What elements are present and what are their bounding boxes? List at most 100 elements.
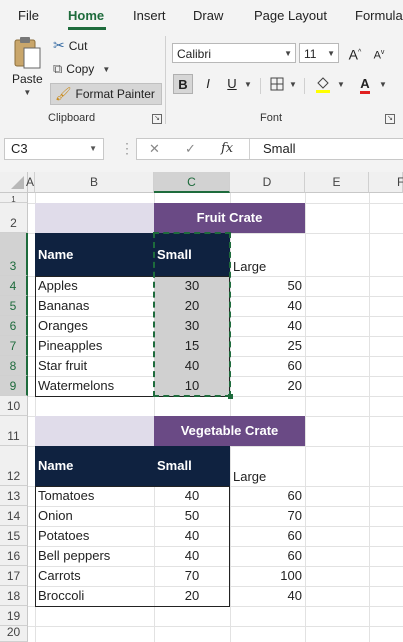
veg-large-cell[interactable]: 40 bbox=[230, 586, 305, 606]
fruit-header-small[interactable]: Small bbox=[154, 233, 230, 276]
veg-small-cell[interactable]: 70 bbox=[154, 566, 230, 586]
column-header-e[interactable]: E bbox=[305, 172, 369, 193]
row-header-11[interactable]: 11 bbox=[0, 416, 28, 446]
fruit-small-cell[interactable]: 40 bbox=[154, 356, 230, 376]
font-color-dropdown-icon[interactable]: ▼ bbox=[379, 80, 387, 89]
fruit-large-cell[interactable]: 40 bbox=[230, 316, 305, 336]
clipboard-launcher-icon[interactable]: ↘ bbox=[152, 114, 162, 124]
row-header-18[interactable]: 18 bbox=[0, 586, 28, 606]
worksheet-grid[interactable]: A B C D E F 1 2 3 4 5 6 7 8 9 10 11 12 1… bbox=[0, 172, 403, 642]
row-header-16[interactable]: 16 bbox=[0, 546, 28, 566]
borders-button[interactable] bbox=[267, 74, 287, 94]
row-header-15[interactable]: 15 bbox=[0, 526, 28, 546]
row-header-8[interactable]: 8 bbox=[0, 356, 28, 376]
fruit-name-cell[interactable]: Star fruit bbox=[35, 356, 154, 376]
fill-handle[interactable] bbox=[228, 394, 233, 399]
fruit-crate-title[interactable]: Fruit Crate bbox=[154, 203, 305, 233]
column-header-d[interactable]: D bbox=[230, 172, 305, 193]
name-box[interactable]: C3 ▼ bbox=[4, 138, 104, 160]
fruit-name-cell[interactable]: Bananas bbox=[35, 296, 154, 316]
tab-draw[interactable]: Draw bbox=[193, 8, 223, 23]
font-launcher-icon[interactable]: ↘ bbox=[385, 114, 395, 124]
fruit-large-cell[interactable]: 60 bbox=[230, 356, 305, 376]
row-header-12[interactable]: 12 bbox=[0, 446, 28, 486]
row-header-20[interactable]: 20 bbox=[0, 625, 28, 642]
veg-name-cell[interactable]: Potatoes bbox=[35, 526, 154, 546]
veg-name-cell[interactable]: Tomatoes bbox=[35, 486, 154, 506]
fruit-header-large[interactable]: Large bbox=[230, 233, 305, 276]
paste-button[interactable]: Paste ▼ bbox=[12, 36, 43, 97]
column-header-f[interactable]: F bbox=[369, 172, 403, 193]
veg-header-small[interactable]: Small bbox=[154, 446, 230, 486]
fruit-name-cell[interactable]: Oranges bbox=[35, 316, 154, 336]
fruit-large-cell[interactable]: 50 bbox=[230, 276, 305, 296]
tab-file[interactable]: File bbox=[18, 8, 39, 23]
cancel-icon[interactable]: ✕ bbox=[149, 141, 160, 157]
row-header-6[interactable]: 6 bbox=[0, 316, 28, 336]
increase-font-size-button[interactable]: A^ bbox=[345, 43, 365, 63]
tab-page-layout[interactable]: Page Layout bbox=[254, 8, 327, 23]
fruit-name-cell[interactable]: Apples bbox=[35, 276, 154, 296]
fruit-name-cell[interactable]: Watermelons bbox=[35, 376, 154, 396]
font-name-select[interactable]: Calibri ▼ bbox=[172, 43, 296, 63]
veg-name-cell[interactable]: Onion bbox=[35, 506, 154, 526]
row-header-14[interactable]: 14 bbox=[0, 506, 28, 526]
tab-home[interactable]: Home bbox=[68, 8, 104, 23]
borders-dropdown-icon[interactable]: ▼ bbox=[289, 80, 297, 89]
veg-table-corner[interactable] bbox=[35, 416, 154, 446]
veg-header-name[interactable]: Name bbox=[35, 446, 154, 486]
column-header-b[interactable]: B bbox=[35, 172, 154, 193]
veg-large-cell[interactable]: 70 bbox=[230, 506, 305, 526]
decrease-font-size-button[interactable]: Av bbox=[369, 43, 389, 63]
bold-button[interactable]: B bbox=[173, 74, 193, 94]
select-all-corner[interactable] bbox=[0, 172, 28, 193]
fruit-small-cell[interactable]: 30 bbox=[154, 316, 230, 336]
veg-large-cell[interactable]: 60 bbox=[230, 546, 305, 566]
veg-large-cell[interactable]: 60 bbox=[230, 526, 305, 546]
underline-dropdown-icon[interactable]: ▼ bbox=[244, 80, 252, 89]
veg-small-cell[interactable]: 20 bbox=[154, 586, 230, 606]
row-header-10[interactable]: 10 bbox=[0, 396, 28, 416]
veg-name-cell[interactable]: Carrots bbox=[35, 566, 154, 586]
row-header-2[interactable]: 2 bbox=[0, 203, 28, 233]
row-header-1[interactable]: 1 bbox=[0, 193, 28, 204]
tab-formulas[interactable]: Formula bbox=[355, 8, 403, 23]
column-header-c[interactable]: C bbox=[154, 172, 230, 193]
row-header-17[interactable]: 17 bbox=[0, 566, 28, 586]
fruit-large-cell[interactable]: 40 bbox=[230, 296, 305, 316]
veg-small-cell[interactable]: 40 bbox=[154, 526, 230, 546]
formula-bar-handle-icon[interactable]: ⋮ bbox=[120, 140, 134, 157]
fruit-large-cell[interactable]: 25 bbox=[230, 336, 305, 356]
fruit-header-name[interactable]: Name bbox=[35, 233, 154, 276]
veg-small-cell[interactable]: 50 bbox=[154, 506, 230, 526]
fruit-small-cell[interactable]: 10 bbox=[154, 376, 230, 396]
row-header-5[interactable]: 5 bbox=[0, 296, 28, 316]
veg-large-cell[interactable]: 100 bbox=[230, 566, 305, 586]
fruit-small-cell[interactable]: 30 bbox=[154, 276, 230, 296]
fruit-table-corner[interactable] bbox=[35, 203, 154, 233]
font-size-select[interactable]: 11 ▼ bbox=[299, 43, 339, 63]
fill-color-button[interactable] bbox=[313, 74, 333, 94]
veg-small-cell[interactable]: 40 bbox=[154, 486, 230, 506]
font-color-button[interactable]: A bbox=[355, 74, 375, 94]
column-header-a[interactable]: A bbox=[26, 172, 35, 193]
row-header-9[interactable]: 9 bbox=[0, 376, 28, 396]
fruit-small-cell[interactable]: 15 bbox=[154, 336, 230, 356]
fruit-small-cell[interactable]: 20 bbox=[154, 296, 230, 316]
veg-name-cell[interactable]: Bell peppers bbox=[35, 546, 154, 566]
veg-header-large[interactable]: Large bbox=[230, 446, 305, 486]
enter-icon[interactable]: ✓ bbox=[185, 141, 196, 157]
vegetable-crate-title[interactable]: Vegetable Crate bbox=[154, 416, 305, 446]
row-header-19[interactable]: 19 bbox=[0, 606, 28, 626]
insert-function-icon[interactable]: fx bbox=[221, 141, 233, 156]
italic-button[interactable]: I bbox=[198, 74, 218, 94]
fill-color-dropdown-icon[interactable]: ▼ bbox=[337, 80, 345, 89]
cut-button[interactable]: ✂ Cut bbox=[53, 37, 87, 54]
row-header-4[interactable]: 4 bbox=[0, 276, 28, 296]
row-header-7[interactable]: 7 bbox=[0, 336, 28, 356]
fruit-large-cell[interactable]: 20 bbox=[230, 376, 305, 396]
veg-small-cell[interactable]: 40 bbox=[154, 546, 230, 566]
format-painter-button[interactable]: 🖌 Format Painter bbox=[50, 83, 162, 105]
underline-button[interactable]: U bbox=[222, 74, 242, 94]
fruit-name-cell[interactable]: Pineapples bbox=[35, 336, 154, 356]
